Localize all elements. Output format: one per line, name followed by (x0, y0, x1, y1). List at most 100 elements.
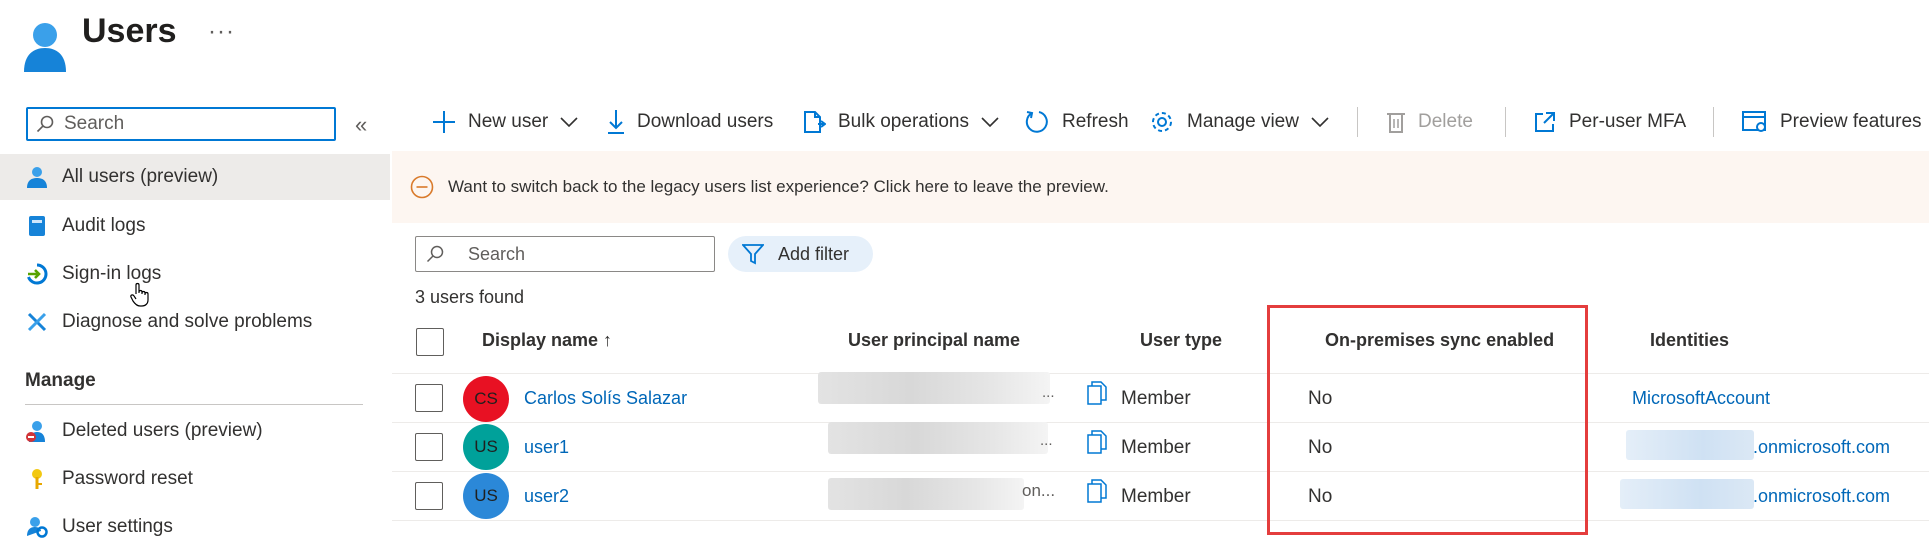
select-all-checkbox[interactable] (416, 328, 444, 356)
key-icon (26, 468, 48, 490)
add-filter-label: Add filter (778, 243, 850, 264)
per-user-mfa-button[interactable]: Per-user MFA (1533, 104, 1686, 140)
toolbar-divider (1713, 107, 1714, 137)
toolbar-divider (1357, 107, 1358, 137)
identity-link[interactable]: .onmicrosoft.com (1753, 437, 1890, 458)
page-title: Users (82, 12, 177, 50)
user-name-link[interactable]: user1 (524, 437, 569, 458)
nav-search-input[interactable] (62, 112, 326, 136)
row-divider (392, 471, 1929, 472)
new-user-button[interactable]: New user (432, 104, 578, 140)
avatar-initials: CS (474, 389, 498, 408)
download-users-button[interactable]: Download users (607, 104, 773, 140)
redacted-upn (828, 422, 1048, 454)
minus-circle-icon (410, 175, 434, 199)
bulk-operations-label: Bulk operations (838, 111, 969, 132)
row-checkbox[interactable] (415, 482, 443, 510)
users-search-box[interactable] (415, 236, 715, 272)
nav-item-sign-in-logs[interactable]: Sign-in logs (0, 251, 390, 297)
nav-item-all-users[interactable]: All users (preview) (0, 154, 390, 200)
legacy-experience-banner[interactable]: Want to switch back to the legacy users … (392, 151, 1929, 223)
identity-link[interactable]: MicrosoftAccount (1632, 388, 1770, 409)
manage-view-button[interactable]: Manage view (1149, 104, 1329, 140)
nav-search-box[interactable] (26, 107, 336, 141)
sign-in-icon (26, 263, 48, 285)
column-header-display-name[interactable]: Display name ↑ (482, 330, 612, 351)
avatar: US (463, 473, 509, 519)
chevron-down-icon (1311, 117, 1329, 127)
filter-icon (742, 243, 764, 265)
add-filter-button[interactable]: Add filter (728, 236, 873, 272)
manage-section-header: Manage (25, 370, 96, 391)
per-user-mfa-label: Per-user MFA (1569, 111, 1687, 132)
wrench-icon (26, 311, 48, 333)
avatar-initials: US (474, 486, 498, 505)
copy-icon[interactable] (1087, 479, 1107, 503)
nav-item-user-settings[interactable]: User settings (0, 504, 390, 550)
column-header-user-type[interactable]: User type (1140, 330, 1222, 351)
row-divider (392, 422, 1929, 423)
redacted-identity (1620, 479, 1754, 509)
copy-icon[interactable] (1087, 430, 1107, 454)
nav-item-diagnose[interactable]: Diagnose and solve problems (0, 299, 390, 345)
nav-item-label: Audit logs (62, 215, 146, 236)
nav-item-password-reset[interactable]: Password reset (0, 456, 390, 502)
column-header-upn[interactable]: User principal name (848, 330, 1020, 351)
row-divider (392, 373, 1929, 374)
delete-button[interactable]: Delete (1386, 104, 1473, 140)
upn-tail: ... (1040, 432, 1053, 449)
row-divider (392, 520, 1929, 521)
trash-icon (1386, 110, 1406, 134)
nav-item-label: Diagnose and solve problems (62, 311, 313, 332)
preview-features-button[interactable]: Preview features (1742, 104, 1922, 140)
nav-item-audit-logs[interactable]: Audit logs (0, 203, 390, 249)
collapse-nav-icon[interactable]: « (355, 112, 367, 138)
user-name-link[interactable]: user2 (524, 486, 569, 507)
toolbar-divider (1505, 107, 1506, 137)
search-icon (426, 245, 444, 263)
preview-features-label: Preview features (1780, 111, 1922, 132)
redacted-identity (1626, 430, 1754, 460)
audit-log-icon (26, 215, 48, 237)
highlight-box (1267, 305, 1588, 535)
nav-item-label: Password reset (62, 468, 193, 489)
bulk-operations-icon (802, 109, 826, 135)
manage-view-label: Manage view (1187, 111, 1299, 132)
chevron-down-icon (560, 117, 578, 127)
avatar: US (463, 424, 509, 470)
user-type-cell: Member (1121, 437, 1191, 458)
column-header-identities[interactable]: Identities (1650, 330, 1729, 351)
user-settings-icon (26, 516, 48, 538)
chevron-down-icon (981, 117, 999, 127)
refresh-button[interactable]: Refresh (1024, 104, 1129, 140)
download-users-label: Download users (637, 111, 774, 132)
nav-item-deleted-users[interactable]: Deleted users (preview) (0, 408, 390, 454)
more-options-button[interactable]: ··· (208, 18, 235, 46)
new-user-label: New user (468, 111, 549, 132)
nav-item-label: Deleted users (preview) (62, 420, 263, 441)
row-checkbox[interactable] (415, 433, 443, 461)
redacted-upn (828, 478, 1024, 510)
deleted-user-icon (26, 420, 48, 442)
user-name-link[interactable]: Carlos Solís Salazar (524, 388, 687, 409)
banner-text[interactable]: Want to switch back to the legacy users … (448, 177, 1109, 197)
upn-tail: ... (1042, 384, 1055, 401)
divider (25, 404, 363, 405)
refresh-label: Refresh (1062, 111, 1129, 132)
avatar: CS (463, 376, 509, 422)
user-icon (26, 166, 48, 188)
redacted-upn (818, 372, 1050, 404)
nav-item-label: All users (preview) (62, 166, 219, 187)
copy-icon[interactable] (1087, 381, 1107, 405)
hand-cursor-icon (130, 282, 149, 307)
delete-label: Delete (1418, 111, 1473, 132)
preview-features-icon (1742, 110, 1768, 134)
refresh-icon (1024, 109, 1050, 135)
plus-icon (432, 110, 456, 134)
search-icon (36, 115, 54, 133)
row-checkbox[interactable] (415, 384, 443, 412)
nav-item-label: User settings (62, 516, 173, 537)
identity-link[interactable]: .onmicrosoft.com (1753, 486, 1890, 507)
users-search-input[interactable] (466, 242, 700, 266)
bulk-operations-button[interactable]: Bulk operations (802, 104, 999, 140)
